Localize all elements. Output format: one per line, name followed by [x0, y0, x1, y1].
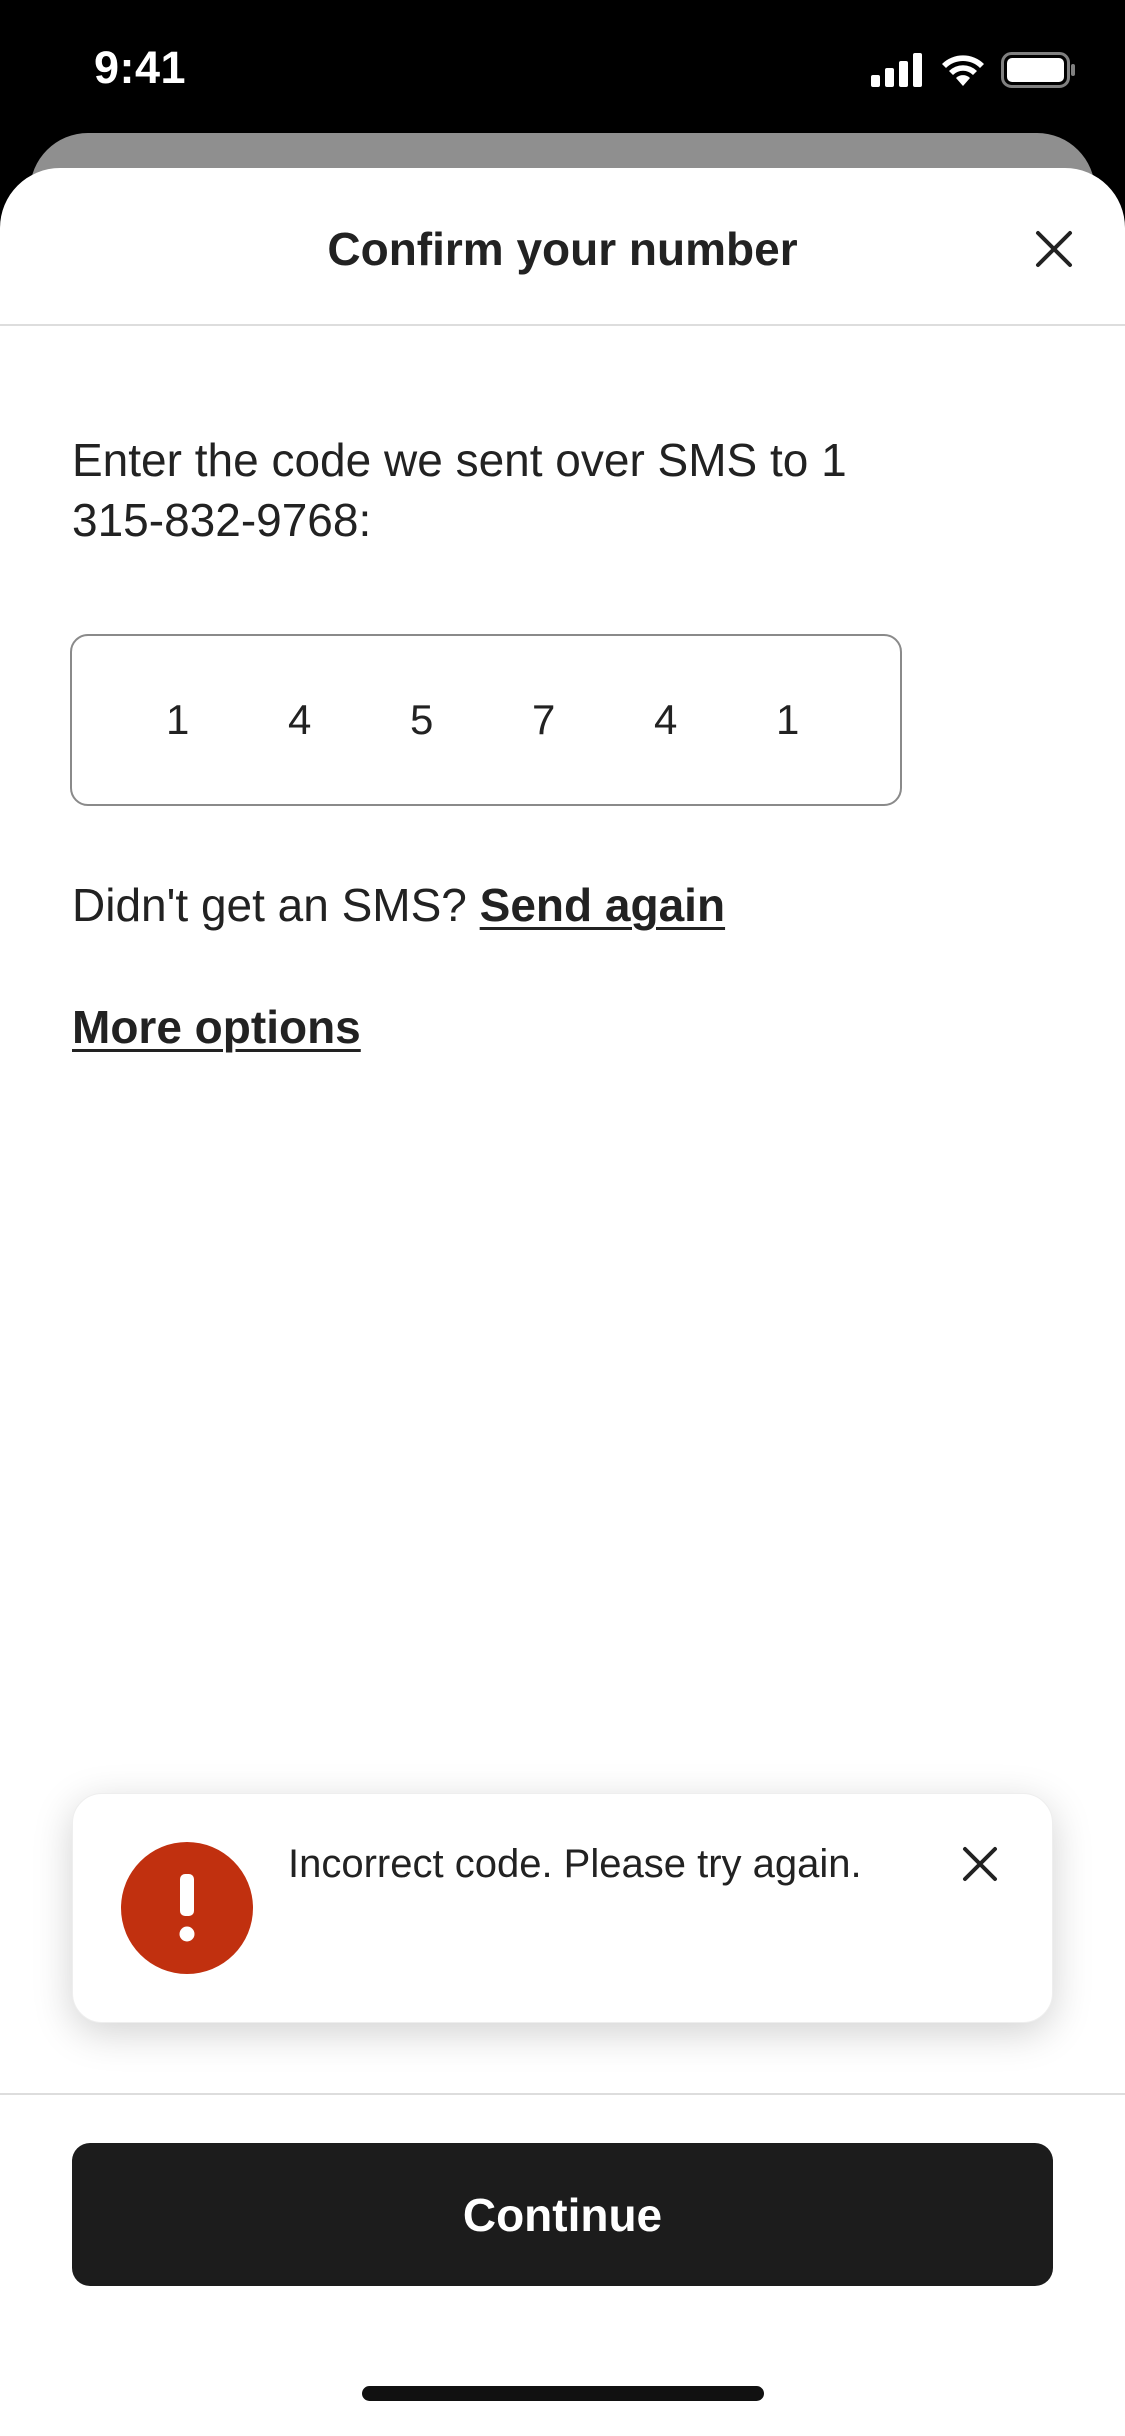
toast-close-button[interactable] [956, 1840, 1004, 1888]
resend-row: Didn't get an SMS? Send again [72, 878, 725, 932]
close-icon [1036, 231, 1072, 267]
continue-button[interactable]: Continue [72, 2143, 1053, 2286]
home-indicator [362, 2386, 764, 2401]
page-title: Confirm your number [327, 223, 798, 275]
confirm-number-sheet: Confirm your number Enter the code we se… [0, 168, 1125, 2436]
instruction-line-1: Enter the code we sent over SMS to 1 [72, 434, 847, 486]
send-again-link[interactable]: Send again [480, 879, 725, 931]
resend-prompt: Didn't get an SMS? [72, 879, 467, 931]
instruction-line-2: 315-832-9768: [72, 494, 372, 546]
code-digit-2: 4 [288, 696, 312, 743]
signal-icon [871, 53, 922, 87]
status-icons [871, 50, 1077, 90]
code-digit-3: 5 [410, 696, 434, 743]
status-bar: 9:41 [0, 0, 1125, 135]
status-time: 9:41 [94, 42, 187, 93]
battery-icon [1001, 52, 1075, 88]
alert-icon [121, 1842, 253, 1974]
code-digit-5: 4 [654, 696, 678, 743]
code-digit-6: 1 [776, 696, 800, 743]
close-icon [963, 1847, 997, 1881]
code-digit-4: 7 [532, 696, 556, 743]
close-button[interactable] [1027, 222, 1081, 276]
footer-divider [0, 2093, 1125, 2095]
verification-code-input[interactable]: 1 4 5 7 4 1 [70, 634, 902, 806]
error-toast: Incorrect code. Please try again. [72, 1793, 1053, 2023]
error-message: Incorrect code. Please try again. [288, 1842, 862, 1886]
sheet-header: Confirm your number [0, 168, 1125, 326]
code-digit-1: 1 [166, 696, 190, 743]
instruction-text: Enter the code we sent over SMS to 1 315… [72, 430, 972, 550]
more-options-link[interactable]: More options [72, 1000, 361, 1054]
wifi-icon [942, 55, 984, 86]
phone-screen: 9:41 Confirm your number Enter the code … [0, 0, 1125, 2436]
